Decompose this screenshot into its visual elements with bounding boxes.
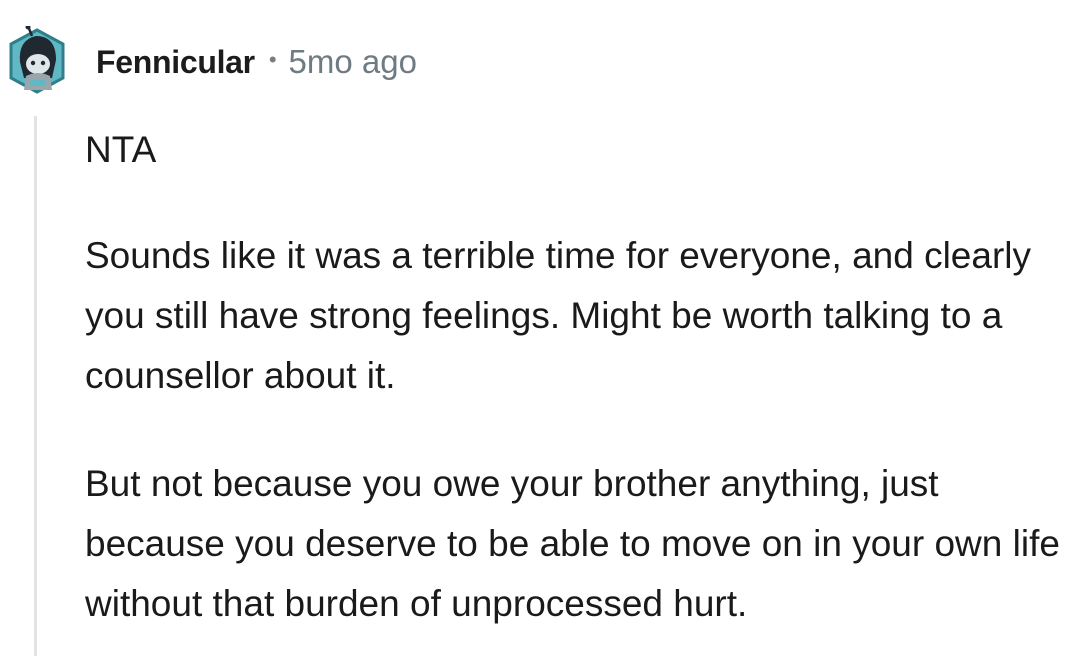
- comment: Fennicular • 5mo ago NTA Sounds like it …: [0, 0, 1080, 656]
- timestamp[interactable]: 5mo ago: [289, 43, 417, 81]
- comment-paragraph: Sounds like it was a terrible time for e…: [85, 235, 1031, 396]
- username-link[interactable]: Fennicular: [96, 44, 255, 81]
- snoo-avatar-icon[interactable]: [6, 24, 68, 96]
- thread-collapse-line[interactable]: [34, 116, 37, 656]
- comment-header: Fennicular • 5mo ago: [96, 38, 417, 86]
- comment-paragraph: NTA: [85, 129, 157, 170]
- comment-paragraph: But not because you owe your brother any…: [85, 463, 1060, 624]
- separator-dot: •: [268, 47, 277, 72]
- comment-body: NTA Sounds like it was a terrible time f…: [85, 120, 1065, 634]
